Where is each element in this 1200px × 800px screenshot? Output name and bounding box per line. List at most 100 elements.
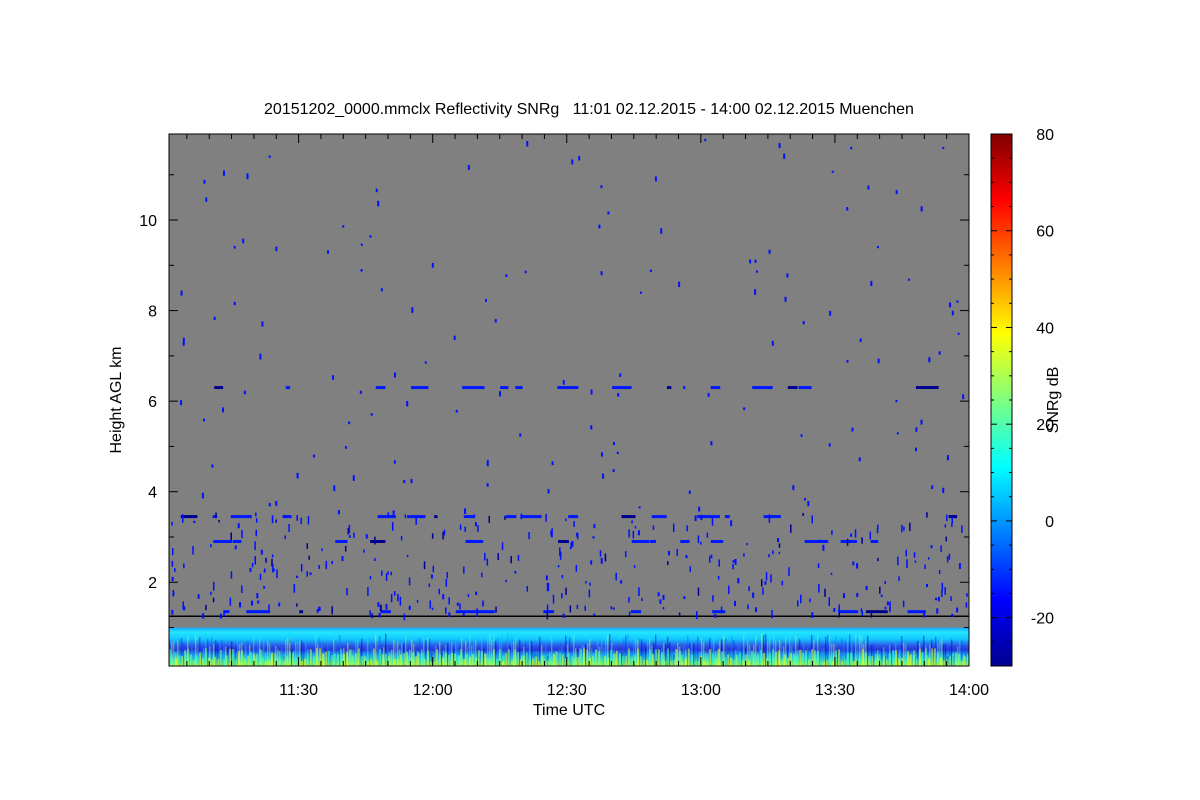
- speckle: [706, 532, 709, 538]
- echo-column: [832, 661, 834, 666]
- x-tick-label: 12:00: [413, 682, 453, 699]
- echo-column: [271, 652, 273, 666]
- echo-column: [487, 658, 489, 666]
- speckle: [612, 441, 615, 446]
- speckle: [284, 535, 286, 540]
- echo-column: [316, 648, 318, 666]
- speckle: [455, 409, 458, 413]
- speckle: [895, 190, 898, 195]
- speckle: [628, 597, 630, 603]
- speckle: [946, 455, 949, 461]
- speckle: [942, 146, 945, 150]
- speckle: [876, 246, 879, 249]
- echo-column: [712, 653, 714, 666]
- echo-column: [547, 660, 549, 666]
- echo-column: [943, 660, 945, 666]
- speckle: [375, 188, 378, 193]
- speckle: [686, 525, 688, 532]
- echo-column: [196, 655, 198, 666]
- speckle: [445, 578, 448, 587]
- y-tick-label: 6: [148, 394, 157, 411]
- speckle: [215, 512, 217, 518]
- speckle: [557, 386, 579, 390]
- speckle: [829, 310, 832, 316]
- speckle: [180, 290, 183, 296]
- speckle: [688, 490, 691, 494]
- echo-column: [385, 653, 387, 666]
- echo-column: [313, 656, 315, 666]
- speckle: [951, 613, 954, 618]
- speckle: [700, 541, 702, 545]
- echo-column: [799, 649, 801, 666]
- speckle: [476, 610, 495, 614]
- echo-column: [448, 654, 450, 666]
- plot-area: [168, 133, 970, 667]
- echo-column: [661, 652, 663, 666]
- speckle: [212, 581, 215, 591]
- speckle: [850, 533, 853, 537]
- echo-column: [199, 652, 201, 666]
- speckle: [408, 577, 411, 586]
- speckle: [886, 601, 889, 606]
- speckle: [213, 316, 216, 321]
- speckle: [724, 515, 730, 519]
- echo-column: [853, 661, 855, 666]
- speckle: [558, 539, 569, 543]
- speckle: [903, 526, 905, 531]
- speckle: [704, 138, 707, 142]
- speckle: [937, 596, 940, 602]
- speckle: [612, 386, 632, 390]
- speckle: [796, 600, 799, 607]
- speckle: [473, 514, 476, 517]
- speckle: [660, 228, 663, 234]
- echo-column: [598, 651, 600, 666]
- speckle: [941, 582, 944, 591]
- speckle: [431, 262, 434, 268]
- speckle: [593, 613, 596, 616]
- speckle: [296, 575, 299, 579]
- speckle: [907, 610, 926, 614]
- echo-column: [457, 655, 459, 666]
- speckle: [249, 567, 252, 572]
- speckle: [172, 548, 174, 556]
- speckle: [828, 443, 831, 447]
- speckle: [371, 613, 373, 619]
- speckle: [811, 612, 814, 619]
- speckle: [807, 501, 810, 507]
- speckle: [181, 514, 184, 523]
- echo-column: [553, 653, 555, 666]
- speckle: [590, 425, 593, 430]
- speckle: [520, 513, 523, 520]
- x-axis-label: Time UTC: [533, 702, 605, 719]
- speckle: [318, 606, 320, 611]
- echo-column: [847, 653, 849, 666]
- speckle: [714, 613, 717, 618]
- echo-column: [418, 653, 420, 666]
- speckle: [212, 597, 215, 603]
- speckle: [197, 594, 200, 599]
- speckle: [712, 595, 714, 602]
- speckle: [641, 598, 643, 601]
- echo-column: [838, 649, 840, 666]
- speckle: [619, 373, 622, 377]
- echo-column: [517, 652, 519, 666]
- echo-column: [304, 658, 306, 666]
- speckle: [318, 565, 320, 569]
- echo-column: [502, 661, 504, 666]
- speckle: [299, 610, 304, 614]
- echo-column: [592, 655, 594, 666]
- speckle: [261, 321, 264, 327]
- colorbar-tick-label: -20: [1031, 611, 1054, 628]
- speckle: [514, 571, 517, 574]
- echo-column: [235, 659, 237, 666]
- speckle: [321, 548, 323, 552]
- speckle: [732, 564, 734, 570]
- speckle: [268, 503, 271, 507]
- speckle: [250, 600, 253, 606]
- echo-column: [217, 659, 219, 666]
- echo-column: [865, 652, 867, 666]
- speckle: [210, 591, 212, 595]
- speckle: [547, 582, 550, 592]
- echo-column: [910, 654, 912, 666]
- chart-root: 20151202_0000.mmclx Reflectivity SNRg 11…: [108, 101, 1062, 719]
